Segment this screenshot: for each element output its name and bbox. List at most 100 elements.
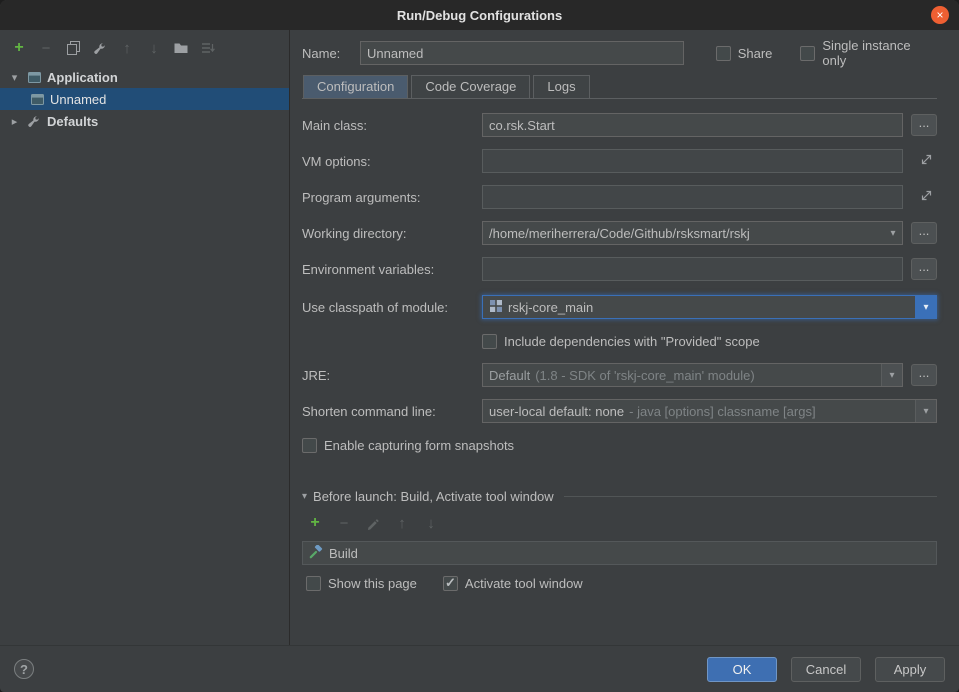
tree-item-application[interactable]: ▾ Application: [0, 66, 289, 88]
expand-field-icon: [920, 153, 933, 169]
main-class-browse-button[interactable]: ...: [911, 114, 937, 136]
tab-logs[interactable]: Logs: [533, 75, 589, 98]
edit-templates-button[interactable]: [91, 39, 109, 57]
tab-bar: Configuration Code Coverage Logs: [302, 75, 937, 99]
configurations-tree: ▾ Application Unnamed ▸ Defaults: [0, 66, 289, 132]
question-mark-icon: ?: [20, 662, 28, 677]
shorten-command-line-combobox[interactable]: user-local default: none - java [options…: [482, 399, 937, 423]
edit-task-button[interactable]: [364, 514, 382, 532]
activate-tool-window-checkbox[interactable]: ✓ Activate tool window: [443, 576, 583, 591]
chevron-down-icon[interactable]: ▾: [8, 71, 21, 84]
jre-row: JRE: Default (1.8 - SDK of 'rskj-core_ma…: [302, 363, 937, 387]
pencil-icon: [367, 517, 380, 530]
jre-browse-button[interactable]: ...: [911, 364, 937, 386]
checkbox-box: [306, 576, 321, 591]
checkbox-label: Share: [738, 46, 773, 61]
main-class-field: [482, 113, 903, 137]
environment-variables-browse-button[interactable]: ...: [911, 258, 937, 280]
capture-snapshots-checkbox[interactable]: Enable capturing form snapshots: [302, 438, 514, 453]
share-checkbox[interactable]: Share: [716, 46, 773, 61]
apply-button[interactable]: Apply: [875, 657, 945, 682]
wrench-icon: [93, 41, 107, 55]
move-down-button[interactable]: ↓: [145, 39, 163, 57]
tree-item-defaults[interactable]: ▸ Defaults: [0, 110, 289, 132]
move-up-button[interactable]: ↑: [118, 39, 136, 57]
title-bar: Run/Debug Configurations ×: [0, 0, 959, 30]
close-button[interactable]: ×: [931, 6, 949, 24]
working-directory-browse-button[interactable]: ...: [911, 222, 937, 244]
tree-item-unnamed[interactable]: Unnamed: [0, 88, 289, 110]
run-debug-configurations-dialog: Run/Debug Configurations × + −: [0, 0, 959, 692]
check-icon: ✓: [445, 576, 456, 589]
program-arguments-field: [482, 185, 903, 209]
vm-options-input[interactable]: [483, 154, 902, 169]
dropdown-arrow-icon[interactable]: ▾: [881, 364, 902, 386]
task-label: Build: [329, 546, 358, 561]
module-row: Use classpath of module: rskj-core_main …: [302, 295, 937, 319]
main-class-input[interactable]: [483, 118, 902, 133]
application-icon: [29, 92, 45, 107]
wrench-icon: [26, 114, 42, 128]
shorten-value-detail: - java [options] classname [args]: [629, 404, 815, 419]
vm-options-row: VM options:: [302, 149, 937, 173]
program-arguments-row: Program arguments:: [302, 185, 937, 209]
shorten-value: user-local default: none: [489, 404, 624, 419]
before-launch-title: Before launch: Build, Activate tool wind…: [313, 489, 554, 504]
working-directory-input[interactable]: [483, 226, 884, 241]
tab-configuration[interactable]: Configuration: [303, 75, 408, 98]
arrow-down-icon: ↓: [150, 41, 158, 56]
task-item-build[interactable]: Build: [303, 542, 364, 564]
dropdown-arrow-icon[interactable]: ▾: [915, 296, 936, 318]
disclosure-triangle-icon[interactable]: ▾: [302, 491, 307, 502]
include-dependencies-checkbox[interactable]: Include dependencies with "Provided" sco…: [482, 334, 760, 349]
move-task-up-button[interactable]: ↑: [393, 514, 411, 532]
show-this-page-checkbox[interactable]: Show this page: [306, 576, 417, 591]
create-folder-button[interactable]: [172, 39, 190, 57]
checkbox-box: [716, 46, 731, 61]
sort-configurations-button[interactable]: [199, 39, 217, 57]
history-dropdown-arrow-icon[interactable]: ▾: [884, 228, 902, 239]
jre-value-detail: (1.8 - SDK of 'rskj-core_main' module): [535, 368, 755, 383]
checkbox-label: Include dependencies with "Provided" sco…: [504, 334, 760, 349]
remove-configuration-button[interactable]: −: [37, 39, 55, 57]
copy-configuration-button[interactable]: [64, 39, 82, 57]
add-task-button[interactable]: +: [306, 514, 324, 532]
module-combobox[interactable]: rskj-core_main ▾: [482, 295, 937, 319]
module-icon: [489, 299, 503, 316]
module-label: Use classpath of module:: [302, 300, 482, 315]
tab-code-coverage[interactable]: Code Coverage: [411, 75, 530, 98]
environment-variables-label: Environment variables:: [302, 262, 482, 277]
jre-label: JRE:: [302, 368, 482, 383]
vm-options-field: [482, 149, 903, 173]
dropdown-arrow-icon[interactable]: ▾: [915, 400, 936, 422]
checkbox-label: Enable capturing form snapshots: [324, 438, 514, 453]
working-directory-row: Working directory: ▾ ...: [302, 221, 937, 245]
vm-options-expand-button[interactable]: [920, 153, 933, 169]
name-label: Name:: [302, 46, 360, 61]
ok-button[interactable]: OK: [707, 657, 777, 682]
close-icon: ×: [936, 9, 943, 21]
environment-variables-input[interactable]: [483, 262, 902, 277]
move-task-down-button[interactable]: ↓: [422, 514, 440, 532]
program-arguments-expand-button[interactable]: [920, 189, 933, 205]
include-dependencies-row: Include dependencies with "Provided" sco…: [482, 331, 937, 351]
program-arguments-input[interactable]: [483, 190, 902, 205]
build-icon: [309, 545, 323, 562]
chevron-right-icon[interactable]: ▸: [8, 115, 21, 128]
single-instance-checkbox[interactable]: Single instance only: [800, 38, 937, 68]
separator-line: [564, 496, 937, 497]
shorten-command-line-label: Shorten command line:: [302, 404, 482, 419]
add-configuration-button[interactable]: +: [10, 39, 28, 57]
before-launch-toolbar: + − ↑ ↓: [302, 504, 937, 541]
before-launch-section: ▾ Before launch: Build, Activate tool wi…: [302, 489, 937, 591]
sort-icon: [201, 41, 215, 55]
checkbox-label: Show this page: [328, 576, 417, 591]
copy-icon: [67, 41, 80, 55]
remove-task-button[interactable]: −: [335, 514, 353, 532]
name-input[interactable]: [360, 41, 684, 65]
environment-variables-row: Environment variables: ...: [302, 257, 937, 281]
help-button[interactable]: ?: [14, 659, 34, 679]
cancel-button[interactable]: Cancel: [791, 657, 861, 682]
checkbox-box: [482, 334, 497, 349]
jre-combobox[interactable]: Default (1.8 - SDK of 'rskj-core_main' m…: [482, 363, 903, 387]
